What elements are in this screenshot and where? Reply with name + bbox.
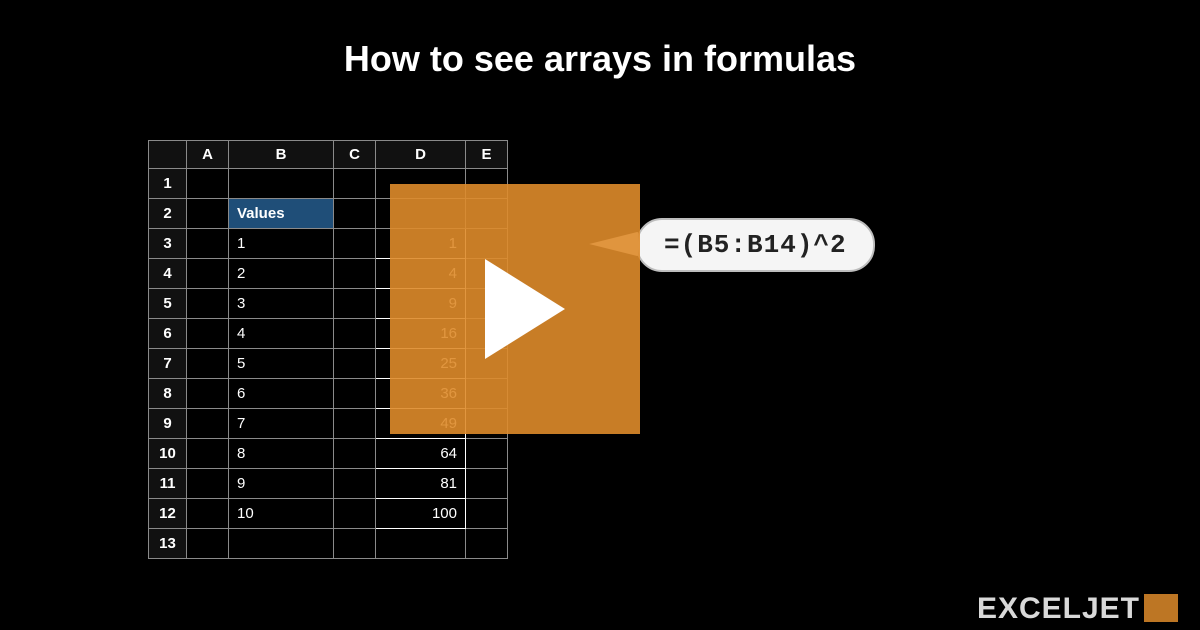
row-header[interactable]: 13 [149, 529, 187, 559]
row-header[interactable]: 7 [149, 349, 187, 379]
formula-callout: =(B5:B14)^2 [636, 218, 875, 272]
page-title: How to see arrays in formulas [0, 0, 1200, 80]
cell[interactable] [187, 469, 229, 499]
col-header-d[interactable]: D [376, 141, 466, 169]
cell[interactable] [187, 409, 229, 439]
cell[interactable]: 6 [229, 379, 334, 409]
row-header[interactable]: 9 [149, 409, 187, 439]
cell[interactable]: 10 [229, 499, 334, 529]
cell[interactable]: Values [229, 199, 334, 229]
play-icon [485, 259, 565, 359]
row-header[interactable]: 2 [149, 199, 187, 229]
cell[interactable]: 2 [229, 259, 334, 289]
cell[interactable] [229, 529, 334, 559]
cell[interactable]: 8 [229, 439, 334, 469]
cell[interactable] [334, 439, 376, 469]
cell[interactable]: 1 [229, 229, 334, 259]
row-header[interactable]: 10 [149, 439, 187, 469]
cell[interactable]: 81 [376, 469, 466, 499]
corner-cell[interactable] [149, 141, 187, 169]
row-header[interactable]: 5 [149, 289, 187, 319]
cell[interactable] [334, 289, 376, 319]
cell[interactable] [187, 379, 229, 409]
cell[interactable] [229, 169, 334, 199]
cell[interactable] [187, 289, 229, 319]
cell[interactable]: 64 [376, 439, 466, 469]
cell[interactable] [187, 259, 229, 289]
cell[interactable] [187, 439, 229, 469]
cell[interactable] [187, 529, 229, 559]
cell[interactable] [334, 319, 376, 349]
cell[interactable] [334, 259, 376, 289]
cell[interactable]: 5 [229, 349, 334, 379]
cell[interactable] [187, 169, 229, 199]
cell[interactable] [466, 499, 508, 529]
cell[interactable]: 3 [229, 289, 334, 319]
cell[interactable] [466, 529, 508, 559]
brand-logo: EXCELJET [977, 592, 1178, 626]
cell[interactable] [334, 169, 376, 199]
cell[interactable]: 7 [229, 409, 334, 439]
cell[interactable]: 100 [376, 499, 466, 529]
col-header-c[interactable]: C [334, 141, 376, 169]
row-header[interactable]: 8 [149, 379, 187, 409]
cell[interactable] [187, 229, 229, 259]
cell[interactable] [334, 529, 376, 559]
cell[interactable] [334, 469, 376, 499]
formula-text: =(B5:B14)^2 [664, 230, 847, 260]
row-header[interactable]: 12 [149, 499, 187, 529]
cell[interactable]: 4 [229, 319, 334, 349]
play-button[interactable] [390, 184, 640, 434]
col-header-b[interactable]: B [229, 141, 334, 169]
cell[interactable] [334, 379, 376, 409]
row-header[interactable]: 4 [149, 259, 187, 289]
col-header-a[interactable]: A [187, 141, 229, 169]
cell[interactable] [466, 439, 508, 469]
col-header-e[interactable]: E [466, 141, 508, 169]
cell[interactable] [334, 409, 376, 439]
cell[interactable]: 9 [229, 469, 334, 499]
row-header[interactable]: 3 [149, 229, 187, 259]
cell[interactable] [187, 319, 229, 349]
brand-mark-icon [1144, 594, 1178, 622]
cell[interactable] [376, 529, 466, 559]
cell[interactable] [334, 349, 376, 379]
cell[interactable] [334, 199, 376, 229]
row-header[interactable]: 11 [149, 469, 187, 499]
cell[interactable] [466, 469, 508, 499]
cell[interactable] [187, 199, 229, 229]
cell[interactable] [334, 229, 376, 259]
cell[interactable] [334, 499, 376, 529]
row-header[interactable]: 1 [149, 169, 187, 199]
cell[interactable] [187, 499, 229, 529]
row-header[interactable]: 6 [149, 319, 187, 349]
cell[interactable] [187, 349, 229, 379]
